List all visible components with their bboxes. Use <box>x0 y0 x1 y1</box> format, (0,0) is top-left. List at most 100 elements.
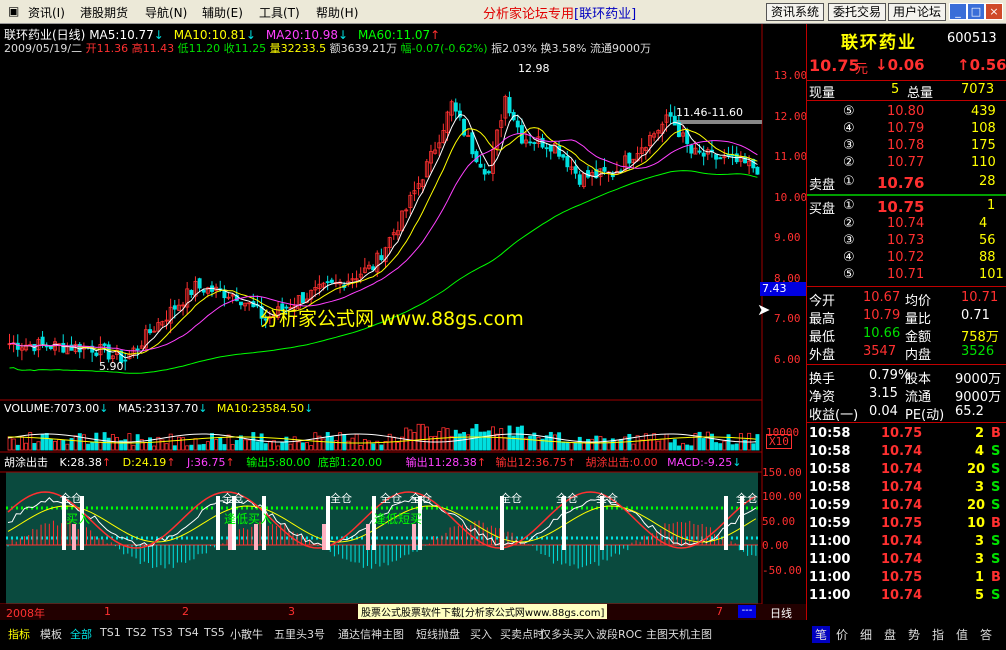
panel-tab-6[interactable]: 值 <box>956 626 968 643</box>
panel-tab-0[interactable]: 笔 <box>812 626 831 643</box>
tick-volume: 3 <box>975 480 985 495</box>
panel-tab-1[interactable]: 价 <box>836 626 848 643</box>
signal-column <box>724 496 728 550</box>
order-price: 10.78 <box>887 138 925 153</box>
volume-bar <box>379 444 384 451</box>
volume-bar <box>457 433 462 451</box>
volume-label: VOLUME:7073.00 <box>4 402 100 415</box>
candle-body <box>602 167 607 172</box>
stat-value: 3526 <box>961 344 995 359</box>
close-icon[interactable]: × <box>985 3 1003 20</box>
signal-buy-label: 逢低短买 <box>374 512 423 526</box>
ad-banner[interactable]: 股票公式股票软件下载[分析家公式网www.88gs.com] <box>358 604 608 619</box>
tab-7[interactable]: TS5 <box>204 626 225 639</box>
news-system-button[interactable]: 资讯系统 <box>766 3 824 21</box>
tick-side: B <box>991 426 1001 441</box>
indicator-d: D:24.19 <box>122 456 167 469</box>
fund-value: 0.04 <box>869 404 898 419</box>
volume-bar <box>222 444 227 451</box>
panel-tab-3[interactable]: 盘 <box>884 626 896 643</box>
tab-15[interactable]: 波段ROC <box>596 626 642 642</box>
buy1-level: ① <box>843 198 855 213</box>
tab-6[interactable]: TS4 <box>178 626 199 639</box>
menu-item-news[interactable]: 资讯(I) <box>28 4 65 21</box>
tab-5[interactable]: TS3 <box>152 626 173 639</box>
menu-item-help[interactable]: 帮助(H) <box>316 4 358 21</box>
volume-bar <box>734 443 739 451</box>
volume-bar <box>718 443 723 451</box>
candle-body <box>627 152 632 164</box>
chart-area[interactable]: 联环药业(日线) MA5:10.77↓ MA10:10.81↓ MA20:10.… <box>0 24 808 621</box>
total-volume-label: 总量 <box>907 86 934 101</box>
stat-value: 10.71 <box>961 290 999 305</box>
fund-value: 9000万 <box>955 390 1002 405</box>
panel-tab-5[interactable]: 指 <box>932 626 944 643</box>
order-level: ⑤ <box>843 267 855 282</box>
indicator-out12: 输出12:36.75 <box>495 456 567 469</box>
tab-12[interactable]: 买入 <box>470 626 492 642</box>
candle-body <box>15 342 20 350</box>
fund-value: 9000万 <box>955 372 1002 387</box>
buy1-price: 10.75 <box>877 198 925 216</box>
tick-price: 10.74 <box>881 534 923 549</box>
fund-value: 3.15 <box>869 386 898 401</box>
tab-8[interactable]: 小散牛 <box>230 626 263 642</box>
time-mark-3: 3 <box>288 605 295 618</box>
menu-item-nav[interactable]: 导航(N) <box>145 4 187 21</box>
volume-bar <box>519 425 524 451</box>
tick-volume: 10 <box>967 516 986 531</box>
menu-item-tools[interactable]: 工具(T) <box>259 4 300 21</box>
tab-14[interactable]: 仅多头买入 <box>540 626 595 642</box>
sell1-label: 卖盘 <box>809 178 836 193</box>
tab-1[interactable]: 模板 <box>40 626 62 642</box>
volume-bar <box>329 436 334 451</box>
tab-4[interactable]: TS2 <box>126 626 147 639</box>
volume-bar <box>751 443 756 451</box>
panel-tab-2[interactable]: 细 <box>860 626 872 643</box>
tab-0[interactable]: 指标 <box>8 626 30 642</box>
scroll-toggle-button[interactable]: --- <box>738 605 756 618</box>
indicator-exit: 胡涂出击:0.00 <box>585 456 658 469</box>
candle-body <box>148 329 153 334</box>
order-price: 10.73 <box>887 233 925 248</box>
volume-bar <box>201 444 206 451</box>
tab-2[interactable]: 全部 <box>70 626 92 642</box>
order-volume: 101 <box>979 267 1004 282</box>
minimize-icon[interactable]: _ <box>949 3 967 20</box>
menu-item-aux[interactable]: 辅助(E) <box>202 4 243 21</box>
volume-bar <box>251 432 256 451</box>
tab-11[interactable]: 短线抛盘 <box>416 626 460 642</box>
fund-value: 65.2 <box>955 404 984 419</box>
volume-bar <box>730 444 735 451</box>
panel-stock-code: 600513 <box>947 31 997 46</box>
order-level: ② <box>843 155 855 170</box>
volume-bar <box>44 433 49 451</box>
menu-app-icon[interactable]: ▣ <box>8 4 19 18</box>
trade-button[interactable]: 委托交易 <box>828 3 886 21</box>
bid-ask-divider <box>807 194 1006 196</box>
candle-body <box>48 345 53 350</box>
sell1-price: 10.76 <box>877 174 925 192</box>
tab-16[interactable]: 主图天机主图 <box>646 626 712 642</box>
panel-tab-4[interactable]: 势 <box>908 626 920 643</box>
tab-9[interactable]: 五里头3号 <box>274 626 325 642</box>
forum-button[interactable]: 用户论坛 <box>888 3 946 21</box>
candle-body <box>668 112 673 117</box>
price-tick-label: 10.00 <box>774 190 808 204</box>
volume-header: VOLUME:7073.00↓ MA5:23137.70↓ MA10:23584… <box>4 402 314 415</box>
tab-10[interactable]: 通达信神主图 <box>338 626 404 642</box>
tick-side: S <box>991 480 1001 495</box>
maximize-icon[interactable]: □ <box>967 3 985 20</box>
panel-divider <box>807 286 1006 287</box>
tab-3[interactable]: TS1 <box>100 626 121 639</box>
candle-body <box>379 255 384 261</box>
menu-item-hk-futures[interactable]: 港股期货 <box>80 4 128 21</box>
panel-tab-7[interactable]: 答 <box>980 626 992 643</box>
signal-buy-label: 逢低买入 <box>224 512 273 526</box>
candle-body <box>544 147 549 150</box>
tab-13[interactable]: 买卖点时 <box>500 626 544 642</box>
period-label[interactable]: 日线 <box>770 605 792 621</box>
order-level: ④ <box>843 121 855 136</box>
tick-price: 10.75 <box>881 426 923 441</box>
candle-body <box>135 348 140 351</box>
